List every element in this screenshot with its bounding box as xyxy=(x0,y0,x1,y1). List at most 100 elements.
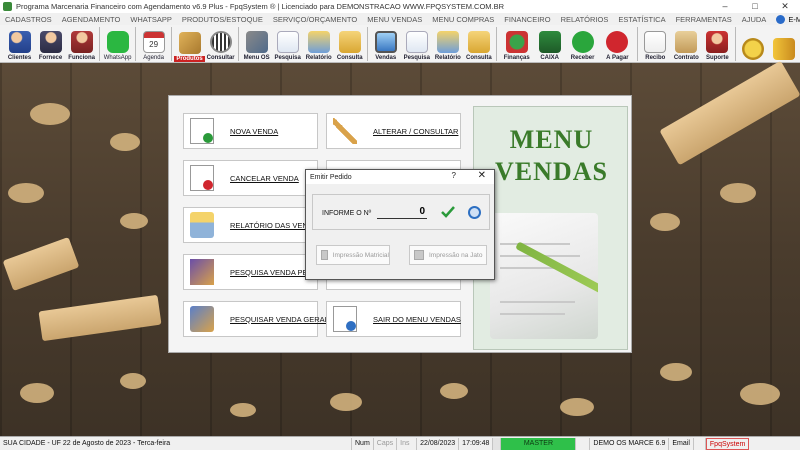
paper-line xyxy=(500,243,570,245)
cancelar-venda-button[interactable]: CANCELAR VENDA xyxy=(183,160,318,196)
wood-shaving xyxy=(720,183,756,203)
pesquisa-venda-pendente-button[interactable]: PESQUISA VENDA PENDENTE xyxy=(183,254,338,290)
impressao-jato-button[interactable]: Impressão na Jato xyxy=(409,245,487,265)
toolbar-pesquisa-os-label: Pesquisa xyxy=(274,55,301,61)
toolbar-agenda[interactable]: 29 Agenda xyxy=(138,26,169,62)
toolbar-suporte-label: Suporte xyxy=(706,55,729,61)
pen-on-paper-image xyxy=(490,213,598,339)
toolbar-suporte[interactable]: Suporte xyxy=(702,26,733,62)
menu-financeiro[interactable]: FINANCEIRO xyxy=(504,15,550,24)
cash-register-icon xyxy=(538,31,561,53)
minimize-button[interactable]: – xyxy=(710,0,740,13)
status-lock-icon xyxy=(694,437,706,450)
menu-whatsapp[interactable]: WHATSAPP xyxy=(130,15,172,24)
toolbar-separator xyxy=(367,27,369,61)
status-fpqsystem[interactable]: FpqSystem xyxy=(705,437,750,450)
alterar-consultar-button[interactable]: ALTERAR / CONSULTAR xyxy=(326,113,461,149)
menu-ajuda[interactable]: AJUDA xyxy=(742,15,767,24)
toolbar-funciona[interactable]: Funciona xyxy=(66,26,97,62)
menu-ferramentas[interactable]: FERRAMENTAS xyxy=(676,15,732,24)
toolbar-consulta-vendas[interactable]: Consulta xyxy=(463,26,494,62)
wood-shaving xyxy=(330,393,362,411)
menu-relatorios[interactable]: RELATÓRIOS xyxy=(561,15,609,24)
relatorio-vendas-button[interactable]: RELATÓRIO DAS VENDAS xyxy=(183,207,323,243)
toolbar-contrato-label: Contrato xyxy=(673,55,699,61)
wood-shaving xyxy=(230,403,256,417)
printer-icon xyxy=(414,250,424,260)
menu-email[interactable]: E-MAIL xyxy=(776,14,800,24)
toolbar-relatorio-os[interactable]: Relatório xyxy=(303,26,334,62)
toolbar-vendas[interactable]: Vendas xyxy=(370,26,401,62)
status-email[interactable]: Email xyxy=(669,437,694,450)
toolbar-contrato[interactable]: Contrato xyxy=(671,26,702,62)
toolbar-consultar[interactable]: Consultar xyxy=(205,26,236,62)
menu-estatistica[interactable]: ESTATÍSTICA xyxy=(618,15,665,24)
dollar-green-icon xyxy=(571,31,594,53)
globe-icon xyxy=(776,14,786,24)
dialog-title: Emitir Pedido xyxy=(310,173,352,181)
users-icon xyxy=(8,31,31,53)
window-title: Programa Marcenaria Financeiro com Agend… xyxy=(16,2,505,11)
paper-line xyxy=(500,301,575,303)
confirm-check-icon[interactable] xyxy=(440,205,456,219)
folder-icon xyxy=(467,31,490,53)
toolbar-consulta-os[interactable]: Consulta xyxy=(334,26,365,62)
support-icon xyxy=(706,31,729,53)
toolbar-coins[interactable] xyxy=(738,26,769,62)
menu-vendas[interactable]: MENU VENDAS xyxy=(367,15,422,24)
pesquisar-venda-geral-label: PESQUISAR VENDA GERAL xyxy=(230,314,329,324)
toolbar-separator xyxy=(734,27,736,61)
toolbar-caixa[interactable]: CAIXA xyxy=(534,26,565,62)
impressao-matricial-button[interactable]: Impressão Matricial xyxy=(316,245,390,265)
status-caps: Caps xyxy=(374,437,398,450)
toolbar-menu-os[interactable]: Menu OS xyxy=(241,26,272,62)
toolbar-whatsapp-label: WhatsApp xyxy=(103,55,132,61)
folder-icon xyxy=(338,31,361,53)
dialog-help-button[interactable]: ? xyxy=(452,171,456,180)
toolbar: Clientes Fornece Funciona WhatsApp 29 Age… xyxy=(0,25,800,63)
maximize-button[interactable]: □ xyxy=(740,0,770,13)
wood-shaving xyxy=(740,383,780,405)
dialog-close-button[interactable]: ✕ xyxy=(478,170,486,181)
menu-servico[interactable]: SERVIÇO/ORÇAMENTO xyxy=(273,15,357,24)
calendar-icon: 29 xyxy=(142,31,165,53)
toolbar-recibo-label: Recibo xyxy=(645,55,666,61)
toolbar-fornece[interactable]: Fornece xyxy=(35,26,66,62)
close-button[interactable]: ✕ xyxy=(770,0,800,13)
toolbar-whatsapp[interactable]: WhatsApp xyxy=(102,26,133,62)
wood-shaving xyxy=(650,213,680,231)
wood-plank xyxy=(2,236,80,292)
menu-agendamento[interactable]: AGENDAMENTO xyxy=(62,15,121,24)
toolbar-receber[interactable]: Receber xyxy=(565,26,600,62)
banner-title-line1: MENU xyxy=(509,125,594,154)
toolbar-relatorio-vendas[interactable]: Relatório xyxy=(432,26,463,62)
toolbar-exit[interactable] xyxy=(769,26,800,62)
toolbar-pesquisa-os[interactable]: Pesquisa xyxy=(272,26,303,62)
menu-compras[interactable]: MENU COMPRAS xyxy=(432,15,494,24)
menu-produtos[interactable]: PRODUTOS/ESTOQUE xyxy=(182,15,263,24)
emitir-pedido-dialog: Emitir Pedido ? ✕ INFORME O Nº Impressão… xyxy=(305,169,495,280)
toolbar-clientes[interactable]: Clientes xyxy=(4,26,35,62)
menu-cadastros[interactable]: CADASTROS xyxy=(5,15,52,24)
toolbar-pesquisa-vendas[interactable]: Pesquisa xyxy=(401,26,432,62)
printer-icon xyxy=(190,212,214,238)
toolbar-financas-label: Finanças xyxy=(503,55,530,61)
toolbar-a-pagar[interactable]: A Pagar xyxy=(600,26,635,62)
green-pen xyxy=(515,241,598,305)
toolbar-financas[interactable]: Finanças xyxy=(499,26,534,62)
supplier-icon xyxy=(39,31,62,53)
status-user-icon xyxy=(493,437,502,450)
wood-shaving xyxy=(440,383,468,399)
toolbar-produtos[interactable]: Produtos xyxy=(174,26,205,62)
nova-venda-button[interactable]: NOVA VENDA xyxy=(183,113,318,149)
toolbar-funciona-label: Funciona xyxy=(68,55,95,61)
status-bar: SUA CIDADE - UF 22 de Agosto de 2023 - T… xyxy=(0,436,800,450)
new-document-icon xyxy=(190,118,214,144)
pesquisar-venda-geral-button[interactable]: PESQUISAR VENDA GERAL xyxy=(183,301,329,337)
wood-shaving xyxy=(560,398,594,416)
pedido-number-input[interactable] xyxy=(377,205,427,219)
toolbar-recibo[interactable]: Recibo xyxy=(640,26,671,62)
sair-menu-vendas-button[interactable]: SAIR DO MENU VENDAS xyxy=(326,301,461,337)
toolbar-menu-os-label: Menu OS xyxy=(243,55,270,61)
search-icon[interactable] xyxy=(468,206,481,219)
